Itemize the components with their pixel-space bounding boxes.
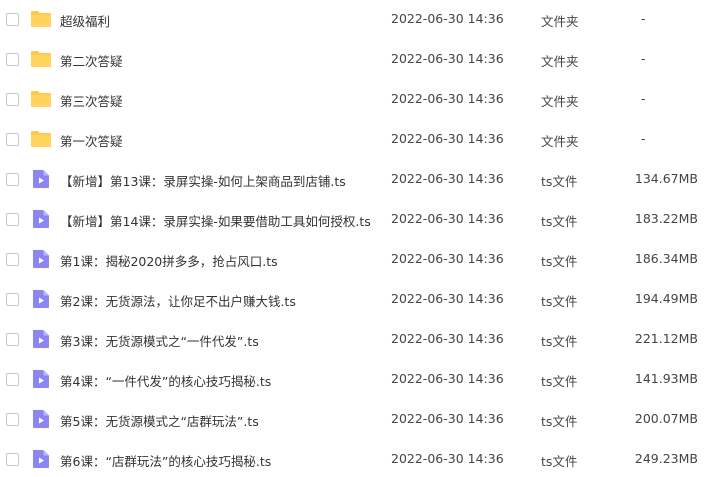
file-name[interactable]: 第2课：无货源法，让你足不出户赚大钱.ts <box>60 291 296 310</box>
file-row[interactable]: 第二次答疑 2022-06-30 14:36 文件夹 - <box>0 40 720 80</box>
file-type: 文件夹 <box>541 54 579 69</box>
row-checkbox[interactable] <box>6 333 19 346</box>
modified-time: 2022-06-30 14:36 <box>391 51 504 66</box>
folder-icon <box>30 128 52 150</box>
video-file-icon <box>30 248 52 270</box>
file-row[interactable]: 第5课：无货源模式之“店群玩法”.ts 2022-06-30 14:36 ts文… <box>0 400 720 440</box>
modified-time: 2022-06-30 14:36 <box>391 211 504 226</box>
row-checkbox[interactable] <box>6 13 19 26</box>
file-name[interactable]: 第一次答疑 <box>60 131 123 150</box>
file-row[interactable]: 超级福利 2022-06-30 14:36 文件夹 - <box>0 0 720 40</box>
file-name[interactable]: 【新增】第14课：录屏实操-如果要借助工具如何授权.ts <box>60 211 371 230</box>
video-file-icon <box>30 288 52 310</box>
file-list: 超级福利 2022-06-30 14:36 文件夹 - 第二次答疑 2022-0… <box>0 0 720 477</box>
row-checkbox[interactable] <box>6 373 19 386</box>
video-file-icon <box>30 208 52 230</box>
row-checkbox[interactable] <box>6 133 19 146</box>
file-type: 文件夹 <box>541 94 579 109</box>
file-name[interactable]: 【新增】第13课：录屏实操-如何上架商品到店铺.ts <box>60 171 346 190</box>
file-name[interactable]: 第1课：揭秘2020拼多多，抢占风口.ts <box>60 251 278 270</box>
file-row[interactable]: 第4课：“一件代发”的核心技巧揭秘.ts 2022-06-30 14:36 ts… <box>0 360 720 400</box>
modified-time: 2022-06-30 14:36 <box>391 251 504 266</box>
file-type: ts文件 <box>541 374 578 389</box>
video-file-icon <box>30 368 52 390</box>
modified-time: 2022-06-30 14:36 <box>391 171 504 186</box>
modified-time: 2022-06-30 14:36 <box>391 91 504 106</box>
file-size: 141.93MB <box>634 371 698 386</box>
file-name[interactable]: 第6课：“店群玩法”的核心技巧揭秘.ts <box>60 451 271 470</box>
modified-time: 2022-06-30 14:36 <box>391 11 504 26</box>
file-type: ts文件 <box>541 294 578 309</box>
file-type: ts文件 <box>541 214 578 229</box>
file-size: 221.12MB <box>634 331 698 346</box>
file-size: - <box>641 11 646 26</box>
file-row[interactable]: 【新增】第13课：录屏实操-如何上架商品到店铺.ts 2022-06-30 14… <box>0 160 720 200</box>
file-row[interactable]: 第3课：无货源模式之“一件代发”.ts 2022-06-30 14:36 ts文… <box>0 320 720 360</box>
video-file-icon <box>30 168 52 190</box>
modified-time: 2022-06-30 14:36 <box>391 331 504 346</box>
file-name[interactable]: 第3课：无货源模式之“一件代发”.ts <box>60 331 259 350</box>
video-file-icon <box>30 408 52 430</box>
file-row[interactable]: 第一次答疑 2022-06-30 14:36 文件夹 - <box>0 120 720 160</box>
file-type: ts文件 <box>541 414 578 429</box>
row-checkbox[interactable] <box>6 453 19 466</box>
folder-icon <box>30 8 52 30</box>
file-size: 200.07MB <box>634 411 698 426</box>
file-type: ts文件 <box>541 174 578 189</box>
file-type: ts文件 <box>541 254 578 269</box>
row-checkbox[interactable] <box>6 253 19 266</box>
file-name[interactable]: 第4课：“一件代发”的核心技巧揭秘.ts <box>60 371 271 390</box>
row-checkbox[interactable] <box>6 413 19 426</box>
row-checkbox[interactable] <box>6 93 19 106</box>
video-file-icon <box>30 328 52 350</box>
file-size: 186.34MB <box>634 251 698 266</box>
file-row[interactable]: 第1课：揭秘2020拼多多，抢占风口.ts 2022-06-30 14:36 t… <box>0 240 720 280</box>
file-type: ts文件 <box>541 334 578 349</box>
folder-icon <box>30 88 52 110</box>
file-type: ts文件 <box>541 454 578 469</box>
file-size: - <box>641 131 646 146</box>
file-type: 文件夹 <box>541 14 579 29</box>
file-size: - <box>641 51 646 66</box>
file-name[interactable]: 第二次答疑 <box>60 51 123 70</box>
file-type: 文件夹 <box>541 134 579 149</box>
file-name[interactable]: 第三次答疑 <box>60 91 123 110</box>
file-name[interactable]: 超级福利 <box>60 11 110 30</box>
file-row[interactable]: 第2课：无货源法，让你足不出户赚大钱.ts 2022-06-30 14:36 t… <box>0 280 720 320</box>
file-size: 134.67MB <box>634 171 698 186</box>
folder-icon <box>30 48 52 70</box>
file-row[interactable]: 【新增】第14课：录屏实操-如果要借助工具如何授权.ts 2022-06-30 … <box>0 200 720 240</box>
row-checkbox[interactable] <box>6 173 19 186</box>
modified-time: 2022-06-30 14:36 <box>391 451 504 466</box>
file-row[interactable]: 第三次答疑 2022-06-30 14:36 文件夹 - <box>0 80 720 120</box>
modified-time: 2022-06-30 14:36 <box>391 131 504 146</box>
row-checkbox[interactable] <box>6 293 19 306</box>
modified-time: 2022-06-30 14:36 <box>391 411 504 426</box>
file-size: - <box>641 91 646 106</box>
file-name[interactable]: 第5课：无货源模式之“店群玩法”.ts <box>60 411 259 430</box>
modified-time: 2022-06-30 14:36 <box>391 291 504 306</box>
row-checkbox[interactable] <box>6 213 19 226</box>
file-row[interactable]: 第6课：“店群玩法”的核心技巧揭秘.ts 2022-06-30 14:36 ts… <box>0 440 720 477</box>
video-file-icon <box>30 448 52 470</box>
file-size: 194.49MB <box>634 291 698 306</box>
file-size: 249.23MB <box>634 451 698 466</box>
modified-time: 2022-06-30 14:36 <box>391 371 504 386</box>
file-size: 183.22MB <box>634 211 698 226</box>
row-checkbox[interactable] <box>6 53 19 66</box>
